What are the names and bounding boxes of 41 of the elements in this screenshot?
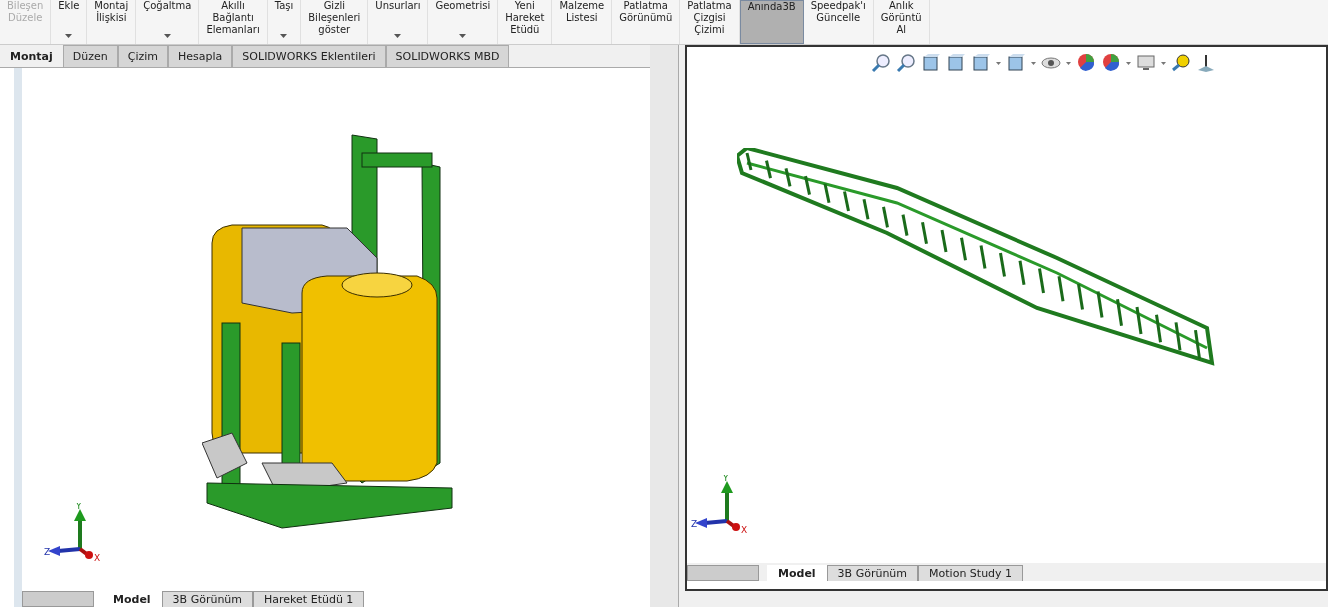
view-tab[interactable]: 3B Görünüm <box>161 591 254 607</box>
monitor-icon[interactable] <box>1136 53 1156 73</box>
ribbon-button[interactable]: Anlık Görüntü Al <box>873 0 930 44</box>
ribbon-button[interactable]: Unsurları <box>368 0 429 44</box>
command-tab[interactable]: Hesapla <box>168 45 233 67</box>
command-tab[interactable]: SOLIDWORKS Eklentileri <box>232 45 386 67</box>
view-tab[interactable]: 3B Görünüm <box>826 565 919 581</box>
command-tab[interactable]: SOLIDWORKS MBD <box>385 45 510 67</box>
display-style-icon[interactable] <box>1006 53 1026 73</box>
ribbon-button[interactable]: Malzeme Listesi <box>552 0 613 44</box>
caret-icon[interactable] <box>1126 61 1131 65</box>
scene-icon[interactable] <box>1101 53 1121 73</box>
command-tab[interactable]: Düzen <box>62 45 118 67</box>
view-tab[interactable]: Hareket Etüdü 1 <box>253 591 365 607</box>
ribbon-button[interactable]: Geometrisi <box>428 0 499 44</box>
ribbon-button[interactable]: Yeni Hareket Etüdü <box>498 0 553 44</box>
ribbon-button[interactable]: Anında3B <box>739 0 804 44</box>
ribbon-button[interactable]: Patlatma Çizgisi Çizimi <box>680 0 740 44</box>
axis-triad-drawing: Y Z X <box>44 503 114 563</box>
ribbon-button[interactable]: Ekle <box>51 0 88 44</box>
ribbon-button[interactable]: Speedpak'ı Güncelle <box>803 0 874 44</box>
view-tab[interactable]: Model <box>767 565 827 581</box>
ribbon-button[interactable]: Gizli Bileşenleri göster <box>301 0 369 44</box>
axis-triad-drawing: Y Z X <box>691 475 761 535</box>
ribbon-button[interactable]: Patlatma Görünümü <box>612 0 681 44</box>
command-tab[interactable]: Çizim <box>117 45 169 67</box>
ribbon-button[interactable]: Çoğaltma <box>136 0 200 44</box>
caret-icon[interactable] <box>1066 61 1071 65</box>
view-normal-icon[interactable] <box>1196 53 1216 73</box>
caret-icon[interactable] <box>1161 61 1166 65</box>
ribbon-button[interactable]: Akıllı Bağlantı Elemanları <box>199 0 268 44</box>
ribbon-button[interactable]: Taşı <box>267 0 302 44</box>
zoom-to-fit-icon[interactable] <box>871 53 891 73</box>
zoom-area-icon[interactable] <box>896 53 916 73</box>
caret-icon[interactable] <box>1031 61 1036 65</box>
measure-tape-icon[interactable] <box>1171 53 1191 73</box>
caret-icon[interactable] <box>996 61 1001 65</box>
ribbon-button[interactable]: Montaj İlişkisi <box>87 0 137 44</box>
view-orientation-icon[interactable] <box>971 53 991 73</box>
edit-appearance-icon[interactable] <box>1076 53 1096 73</box>
view-tab[interactable]: Motion Study 1 <box>918 565 1024 581</box>
